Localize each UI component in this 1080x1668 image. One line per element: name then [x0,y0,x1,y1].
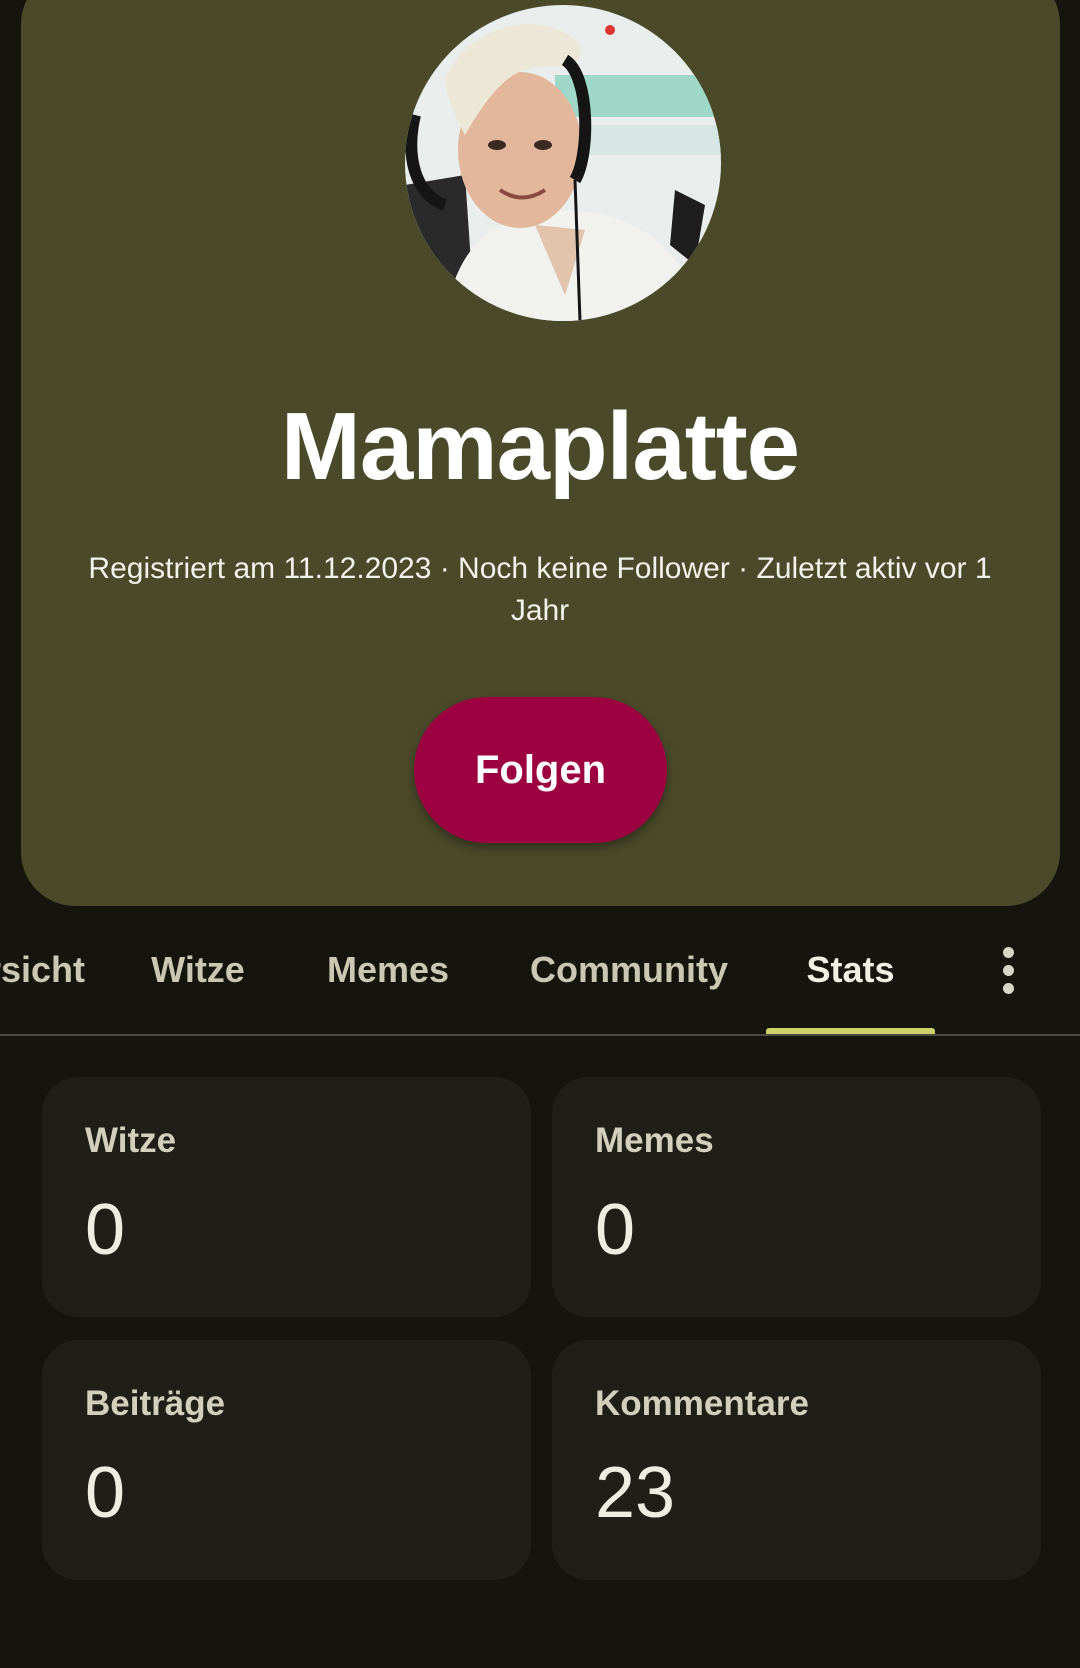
tab-stats[interactable]: Stats [766,906,935,1034]
stat-label: Memes [595,1121,714,1160]
stat-card-beitraege: Beiträge 0 [42,1340,531,1580]
stat-card-witze: Witze 0 [42,1077,531,1317]
stat-label: Beiträge [85,1384,226,1423]
stat-value: 0 [85,1190,126,1270]
stat-value: 0 [595,1190,636,1270]
profile-name: Mamaplatte [280,393,800,500]
stat-value: 23 [595,1453,676,1533]
follow-button[interactable]: Folgen [414,697,667,843]
stat-value: 0 [85,1453,126,1533]
stat-label: Kommentare [595,1384,809,1423]
stat-card-memes: Memes 0 [552,1077,1041,1317]
profile-tabs: Übersicht Witze Memes Community Stats [0,906,1080,1036]
tab-witze[interactable]: Witze [140,906,256,1034]
avatar-image [405,5,721,321]
tab-community[interactable]: Community [524,906,734,1034]
avatar [405,5,721,321]
stat-card-kommentare: Kommentare 23 [552,1340,1041,1580]
more-vertical-icon[interactable] [980,936,1036,1004]
profile-page: Mamaplatte Registriert am 11.12.2023 · N… [0,0,1080,1668]
tab-memes[interactable]: Memes [318,906,458,1034]
profile-meta: Registriert am 11.12.2023 · Noch keine F… [88,552,992,627]
active-tab-indicator [766,1028,935,1034]
tab-overview[interactable]: Übersicht [0,906,86,1034]
stat-label: Witze [85,1121,177,1160]
